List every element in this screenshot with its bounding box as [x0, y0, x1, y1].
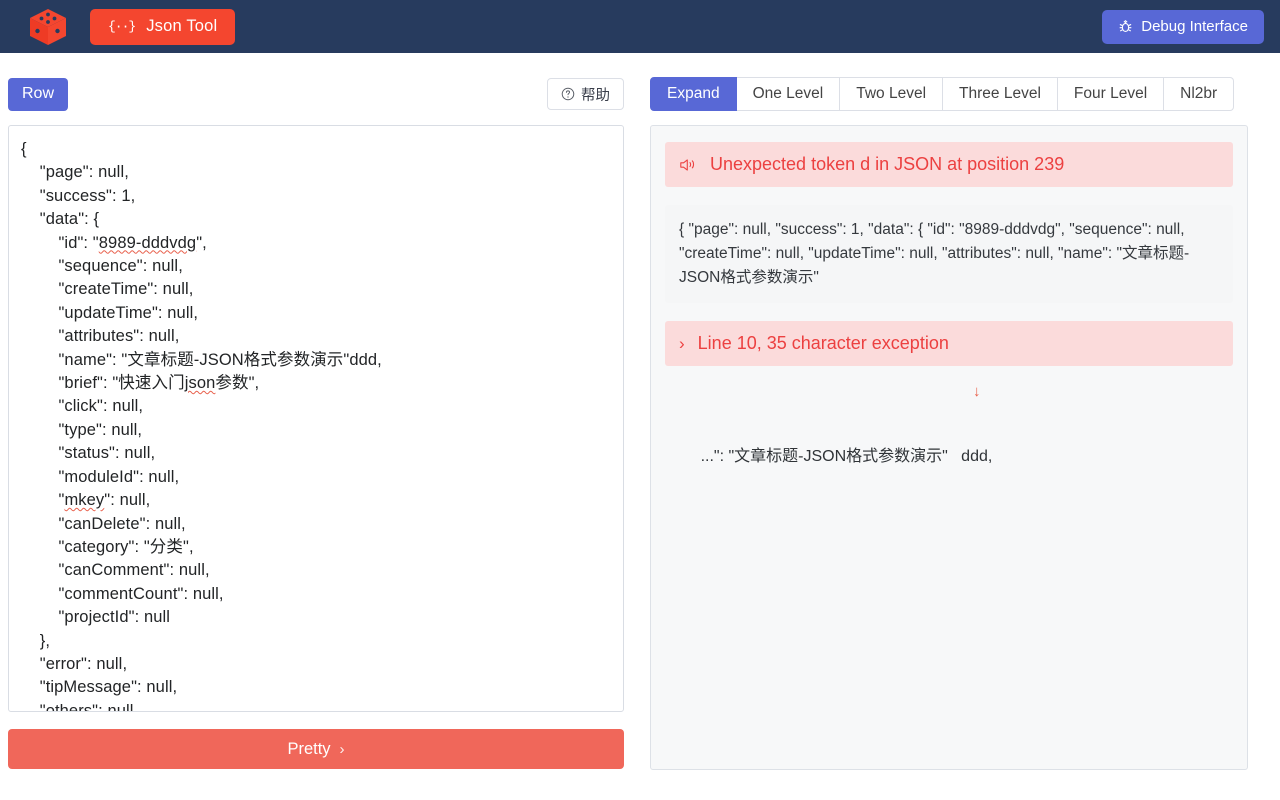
json-tool-label: Json Tool: [146, 17, 217, 36]
json-braces-icon: {··}: [108, 19, 135, 34]
error-message-banner: Unexpected token d in JSON at position 2…: [665, 142, 1233, 187]
right-pane: Expand One Level Two Level Three Level F…: [640, 53, 1280, 800]
result-panel: Unexpected token d in JSON at position 2…: [650, 125, 1248, 770]
pretty-label: Pretty: [287, 740, 330, 759]
tab-two-level[interactable]: Two Level: [840, 77, 943, 111]
help-label: 帮助: [581, 84, 610, 105]
speaker-announce-icon: [679, 157, 697, 173]
debug-interface-label: Debug Interface: [1141, 18, 1248, 35]
json-editor-input[interactable]: { "page": null, "success": 1, "data": { …: [21, 138, 613, 712]
error-message-text: Unexpected token d in JSON at position 2…: [710, 154, 1064, 175]
row-button[interactable]: Row: [8, 78, 68, 111]
exception-text: Line 10, 35 character exception: [698, 333, 949, 354]
json-preview-box: { "page": null, "success": 1, "data": { …: [665, 205, 1233, 303]
main-content: Row 帮助 { "page": null, "success": 1, "da…: [0, 53, 1280, 800]
tab-one-level[interactable]: One Level: [737, 77, 841, 111]
view-mode-tabs: Expand One Level Two Level Three Level F…: [650, 77, 1248, 111]
question-circle-icon: [561, 87, 575, 101]
chevron-right-icon: ›: [340, 741, 345, 758]
tab-four-level[interactable]: Four Level: [1058, 77, 1164, 111]
app-header: {··} Json Tool Debug Interface: [0, 0, 1280, 53]
error-position-arrow-icon: ↓: [973, 384, 981, 399]
left-toolbar: Row 帮助: [8, 77, 624, 111]
error-context-text: ...": "文章标题-JSON格式参数演示" ddd,: [701, 448, 993, 465]
chevron-right-icon: ›: [679, 335, 685, 352]
tab-three-level[interactable]: Three Level: [943, 77, 1058, 111]
pretty-button[interactable]: Pretty ›: [8, 729, 624, 769]
json-editor-text: { "page": null, "success": 1, "data": { …: [21, 140, 382, 712]
dice-logo-icon: [26, 6, 70, 48]
tab-nl2br[interactable]: Nl2br: [1164, 77, 1234, 111]
json-tool-button[interactable]: {··} Json Tool: [90, 9, 235, 45]
json-editor-container[interactable]: { "page": null, "success": 1, "data": { …: [8, 125, 624, 712]
tab-expand[interactable]: Expand: [650, 77, 737, 111]
exception-banner[interactable]: › Line 10, 35 character exception: [665, 321, 1233, 366]
error-context-line: ↓ ...": "文章标题-JSON格式参数演示" ddd,: [665, 384, 1233, 484]
bug-icon: [1118, 19, 1133, 34]
debug-interface-button[interactable]: Debug Interface: [1102, 10, 1264, 44]
left-pane: Row 帮助 { "page": null, "success": 1, "da…: [0, 53, 640, 800]
help-button[interactable]: 帮助: [547, 78, 624, 110]
